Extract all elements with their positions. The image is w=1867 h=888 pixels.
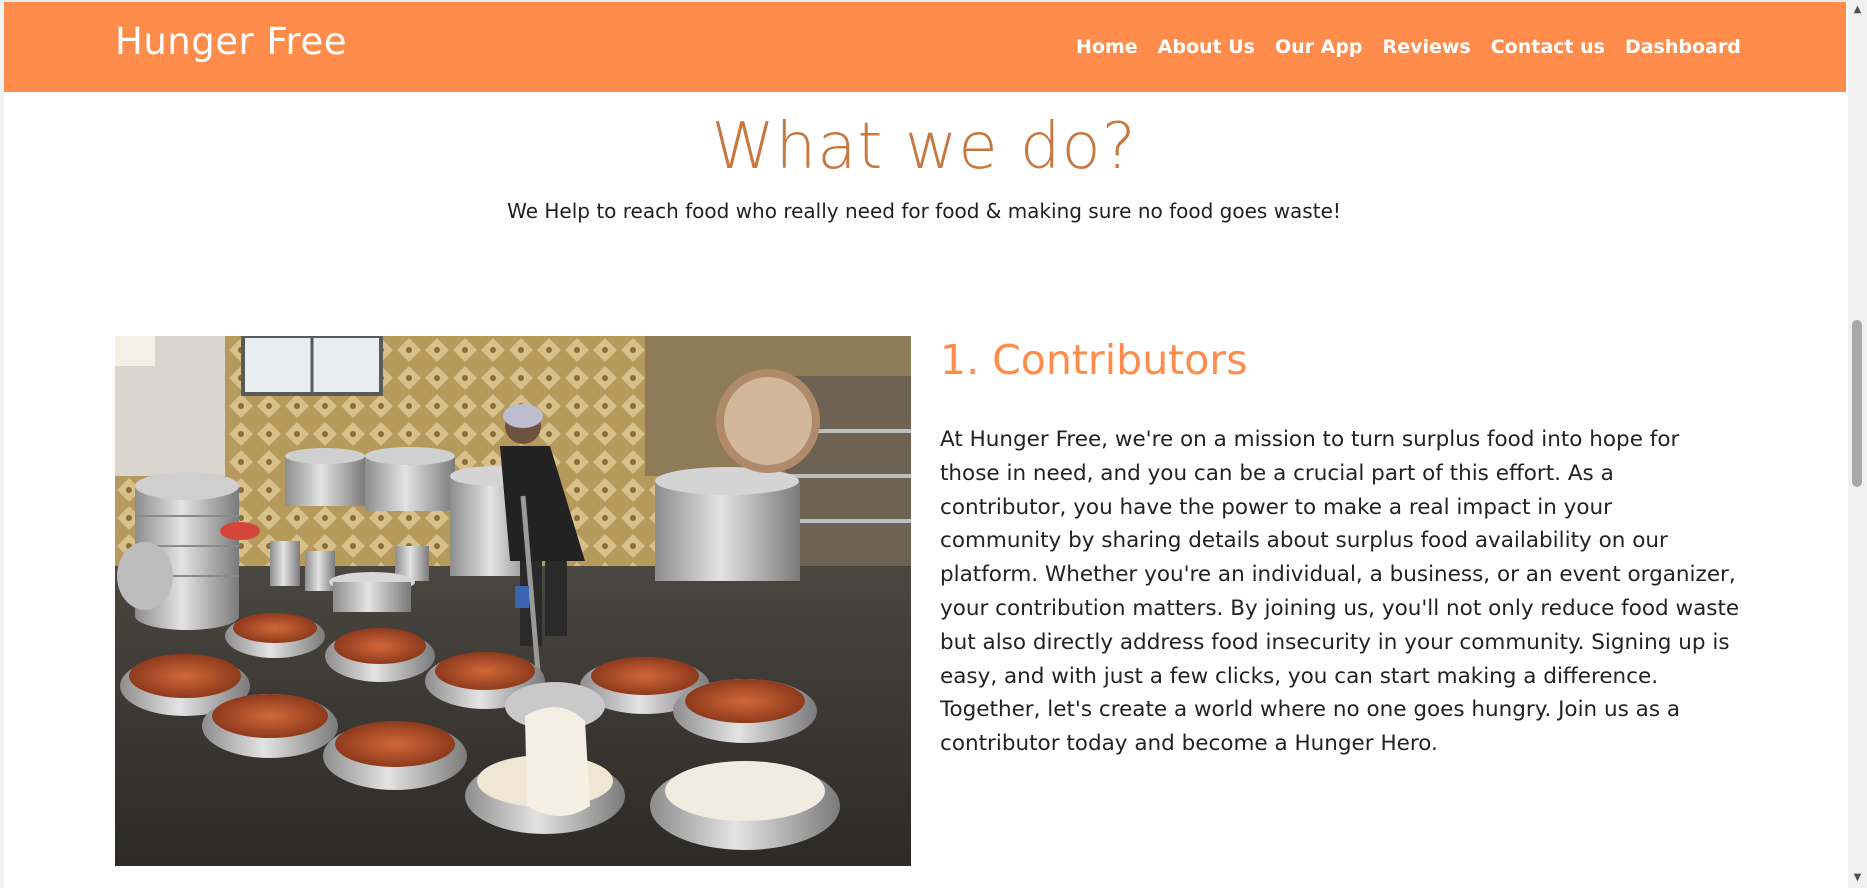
nav-item-about: About Us: [1158, 36, 1255, 58]
nav-item-reviews: Reviews: [1383, 36, 1471, 58]
section-subtitle: We Help to reach food who really need fo…: [507, 199, 1341, 223]
nav-item-dashboard: Dashboard: [1625, 36, 1741, 58]
brand-logo[interactable]: Hunger Free: [115, 20, 347, 63]
kitchen-photo: [115, 336, 911, 866]
page: Hunger Free Home About Us Our App Review…: [0, 0, 1867, 888]
feature-title: 1. Contributors: [940, 336, 1248, 384]
scroll-down-arrow-icon[interactable]: ▼: [1848, 869, 1867, 886]
scrollbar-thumb[interactable]: [1852, 320, 1862, 487]
nav-item-home: Home: [1076, 36, 1138, 58]
nav-link-about[interactable]: About Us: [1158, 36, 1255, 58]
section-title: What we do?: [711, 110, 1137, 184]
scroll-up-arrow-icon[interactable]: ▲: [1848, 1, 1867, 18]
nav-item-contact: Contact us: [1491, 36, 1605, 58]
feature-description: At Hunger Free, we're on a mission to tu…: [940, 427, 1740, 757]
nav-link-contact[interactable]: Contact us: [1491, 36, 1605, 58]
nav-link-reviews[interactable]: Reviews: [1383, 36, 1471, 58]
navbar: Hunger Free Home About Us Our App Review…: [4, 2, 1846, 92]
nav-item-app: Our App: [1275, 36, 1363, 58]
nav-link-home[interactable]: Home: [1076, 36, 1138, 58]
nav-menu: Home About Us Our App Reviews Contact us…: [1076, 36, 1741, 58]
nav-link-app[interactable]: Our App: [1275, 36, 1363, 58]
vertical-scrollbar[interactable]: ▲ ▼: [1848, 0, 1867, 888]
nav-link-dashboard[interactable]: Dashboard: [1625, 36, 1741, 58]
